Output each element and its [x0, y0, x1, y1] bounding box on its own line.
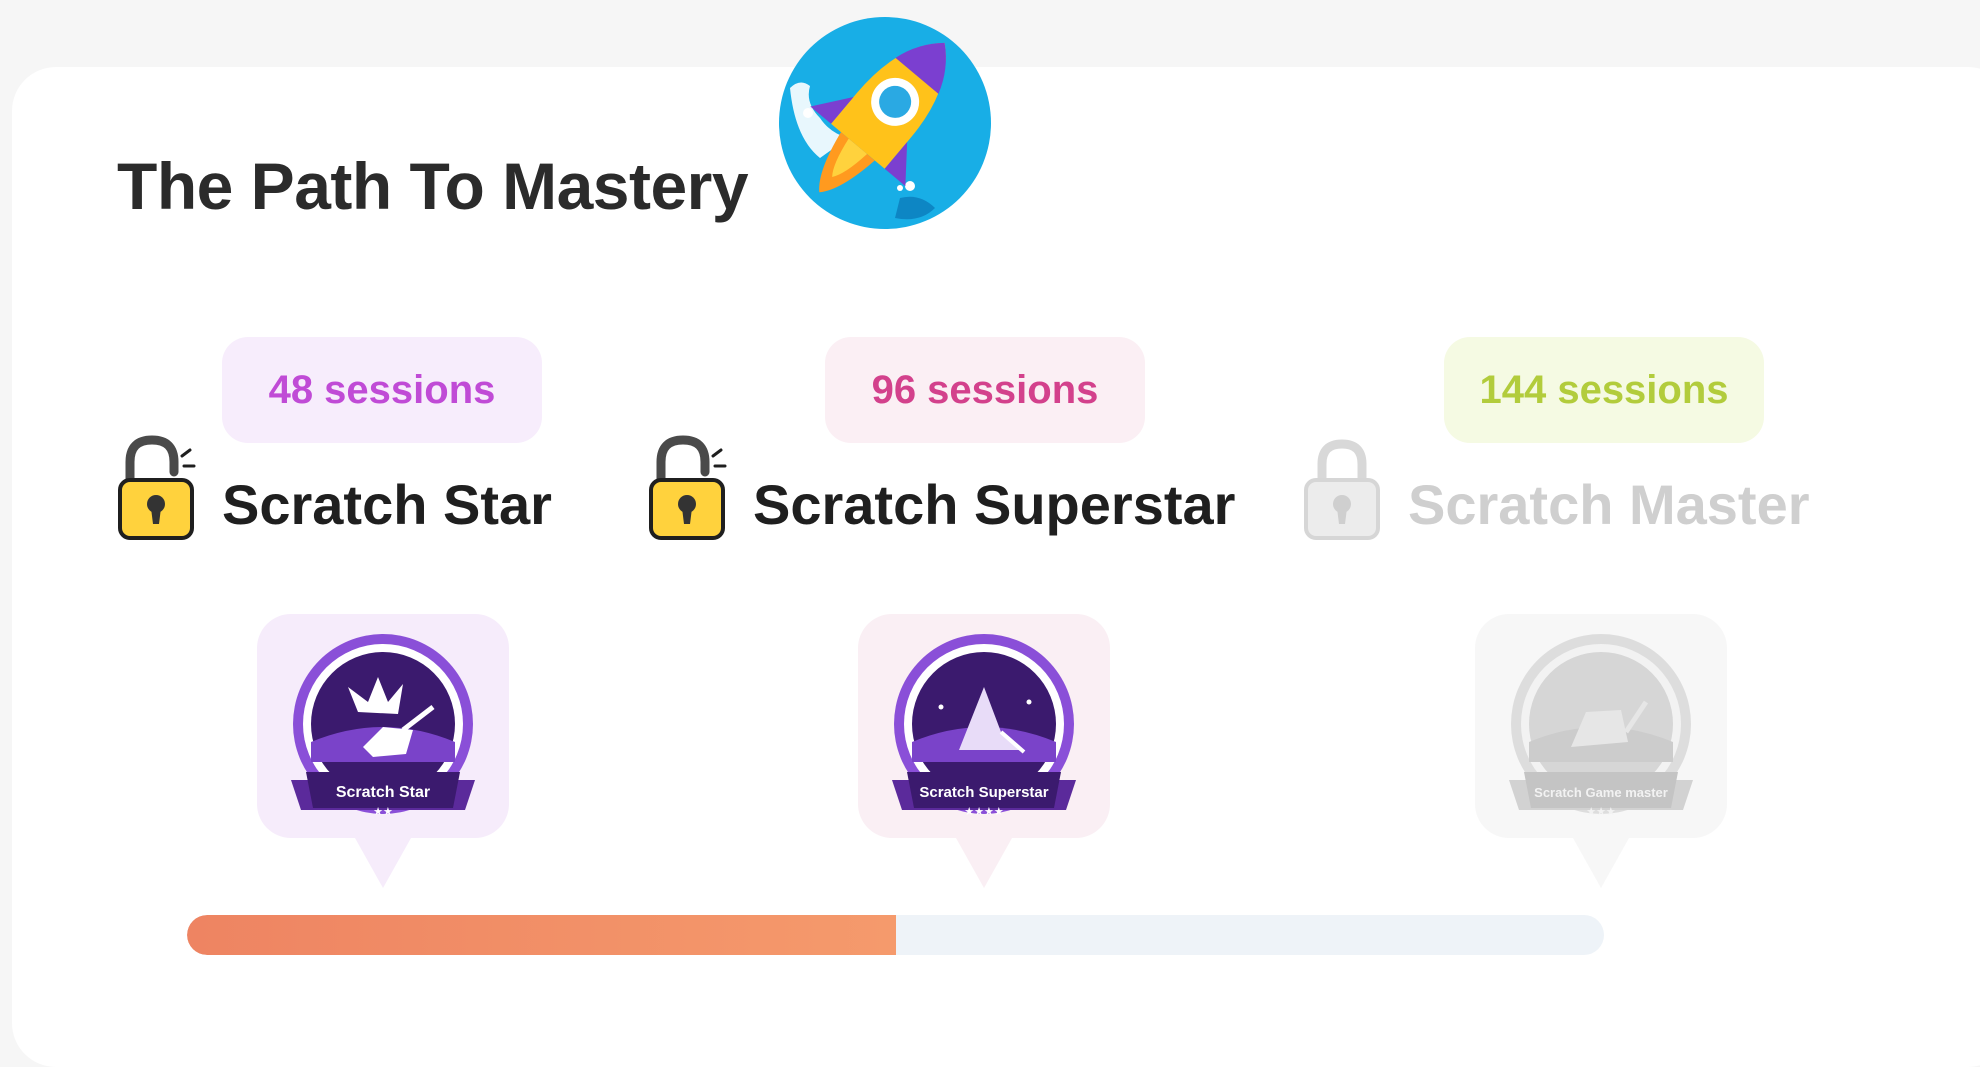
badge-stars: ★★★★ [964, 805, 1004, 818]
level-name-scratch-superstar: Scratch Superstar [753, 473, 1236, 536]
badge-label: Scratch Superstar [919, 784, 1048, 801]
sessions-label: 96 sessions [871, 367, 1099, 412]
rocket-icon [779, 17, 991, 229]
locked-padlock-icon [1304, 439, 1380, 540]
tile-pointer [1573, 838, 1629, 888]
sessions-pill-level-2: 96 sessions [825, 337, 1145, 443]
sessions-label: 144 sessions [1479, 367, 1729, 412]
unlocked-padlock-icon [118, 435, 196, 540]
badge-stars: ★★★ [1586, 805, 1616, 818]
badge-stars: ★★ [373, 805, 393, 818]
level-name-scratch-star: Scratch Star [222, 473, 552, 536]
sessions-label: 48 sessions [268, 367, 496, 412]
unlocked-padlock-icon [649, 435, 727, 540]
sessions-pill-level-3: 144 sessions [1444, 337, 1764, 443]
page-title: The Path To Mastery [117, 149, 749, 223]
sessions-pill-level-1: 48 sessions [222, 337, 542, 443]
progress-bar [187, 915, 1604, 955]
scratch-superstar-badge-icon: Scratch Superstar ★★★★ [892, 634, 1076, 818]
badge-label: Scratch Game master [1534, 785, 1668, 800]
scratch-star-badge-icon: Scratch Star ★★ [291, 634, 475, 818]
tile-pointer [355, 838, 411, 888]
level-name-scratch-master: Scratch Master [1408, 473, 1810, 536]
badge-label: Scratch Star [336, 784, 430, 801]
scratch-game-master-badge-icon: Scratch Game master ★★★ [1509, 634, 1693, 818]
tile-pointer [956, 838, 1012, 888]
progress-bar-fill [187, 915, 896, 955]
